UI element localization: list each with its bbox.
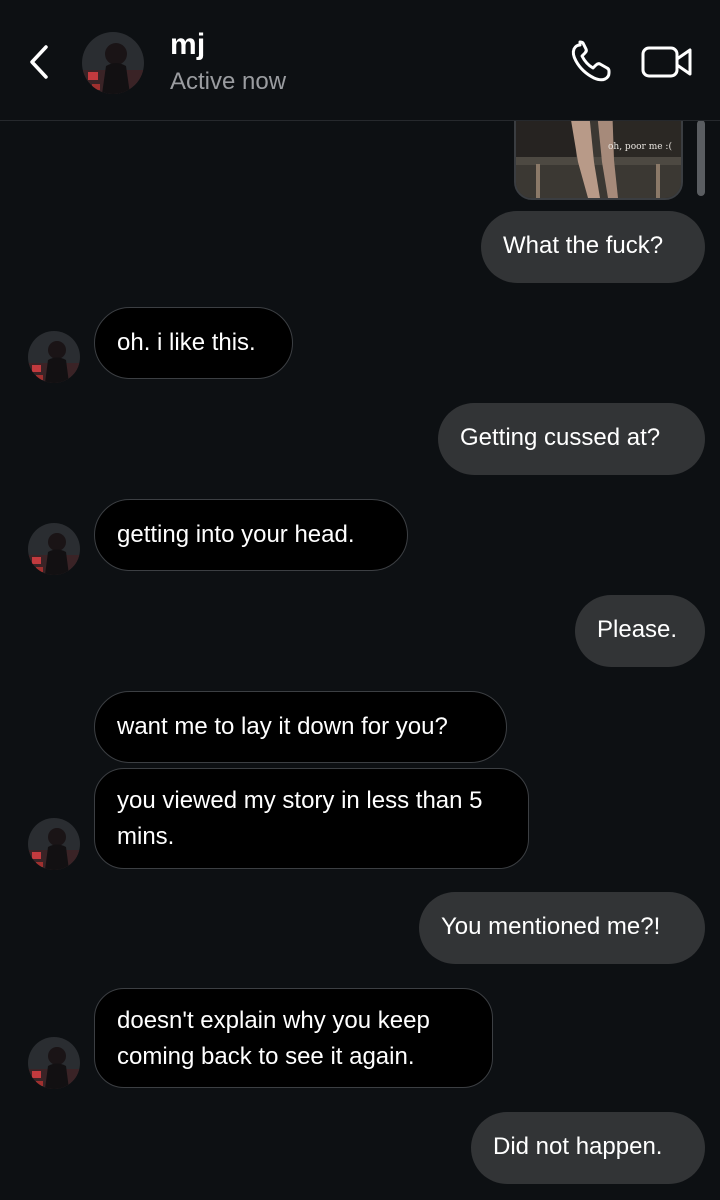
chat-header: mj Active now — [0, 0, 720, 121]
message-text: What the fuck? — [503, 232, 664, 259]
message-text: Getting cussed at? — [460, 424, 661, 451]
sender-avatar[interactable] — [28, 818, 80, 870]
contact-avatar[interactable] — [82, 32, 144, 94]
message-text: want me to lay it down for you? — [117, 713, 448, 740]
chat-screen: mj Active now oh, poor me :(What the fu… — [0, 0, 720, 1200]
sender-avatar[interactable] — [28, 523, 80, 575]
message-sent[interactable]: Please. — [575, 595, 705, 667]
chevron-left-icon — [30, 45, 48, 79]
message-text: Did not happen. — [493, 1133, 663, 1160]
message-received[interactable]: doesn't explain why you keep coming back… — [94, 988, 493, 1088]
sender-avatar[interactable] — [28, 1037, 80, 1089]
message-received[interactable]: want me to lay it down for you? — [94, 691, 507, 763]
message-text: oh. i like this. — [117, 329, 256, 356]
back-button[interactable] — [22, 40, 56, 84]
message-received[interactable]: getting into your head. — [94, 499, 408, 571]
message-text: getting into your head. — [117, 521, 355, 548]
phone-icon — [571, 40, 611, 82]
call-button[interactable] — [568, 40, 616, 84]
message-sent[interactable]: What the fuck? — [481, 211, 705, 283]
message-sent[interactable]: Did not happen. — [471, 1112, 705, 1184]
message-text: doesn't explain why you keep coming back… — [117, 1007, 430, 1070]
message-text: you viewed my story in less than 5 mins. — [117, 787, 483, 850]
message-sent[interactable]: Getting cussed at? — [438, 403, 705, 475]
message-text: You mentioned me?! — [441, 913, 661, 940]
video-camera-icon — [641, 46, 692, 78]
message-text: Please. — [597, 616, 678, 643]
active-status: Active now — [170, 68, 287, 95]
sender-avatar[interactable] — [28, 331, 80, 383]
contact-name[interactable]: mj — [170, 28, 205, 62]
message-received[interactable]: oh. i like this. — [94, 307, 293, 379]
message-received[interactable]: you viewed my story in less than 5 mins. — [94, 768, 529, 869]
message-sent[interactable]: You mentioned me?! — [419, 892, 705, 964]
video-call-button[interactable] — [640, 42, 694, 82]
media-caption: oh, poor me :( — [608, 142, 672, 152]
scrollbar[interactable] — [697, 120, 705, 196]
